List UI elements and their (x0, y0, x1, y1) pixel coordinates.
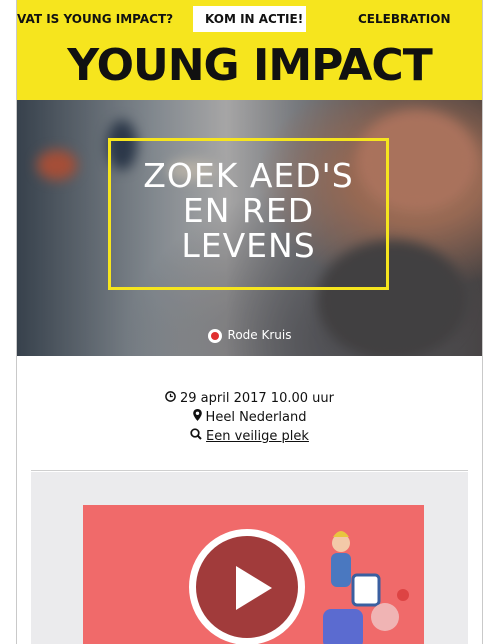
hero-image: ZOEK AED'S EN RED LEVENS Rode Kruis (17, 100, 482, 356)
video-player[interactable] (83, 505, 424, 644)
nav-item-kom-in-actie[interactable]: KOM IN ACTIE! (193, 6, 306, 32)
search-icon (190, 427, 202, 446)
event-place: Een veilige plek (17, 427, 482, 446)
divider (31, 470, 468, 471)
organization: Rode Kruis (17, 328, 482, 343)
event-location: Heel Nederland (17, 408, 482, 427)
header: VAT IS YOUNG IMPACT? KOM IN ACTIE! CELEB… (17, 0, 482, 100)
event-date-text: 29 april 2017 10.00 uur (180, 391, 334, 406)
clock-icon (165, 389, 176, 408)
nav-item-what-is[interactable]: VAT IS YOUNG IMPACT? (17, 6, 173, 32)
nav-item-celebration[interactable]: CELEBRATION (358, 6, 450, 32)
event-meta: 29 april 2017 10.00 uur Heel Nederland E… (17, 389, 482, 446)
hero-title-line: ZOEK AED'S (143, 156, 354, 195)
video-section (31, 472, 468, 644)
organization-name: Rode Kruis (227, 328, 292, 342)
hero-title-line: EN RED (182, 191, 315, 230)
event-date: 29 april 2017 10.00 uur (17, 389, 482, 408)
brand-logo[interactable]: YOUNG IMPACT (17, 40, 482, 92)
play-button[interactable] (189, 529, 305, 644)
top-nav: VAT IS YOUNG IMPACT? KOM IN ACTIE! CELEB… (17, 6, 482, 32)
event-location-text: Heel Nederland (205, 410, 307, 425)
play-icon (236, 566, 272, 610)
hero-title: ZOEK AED'S EN RED LEVENS (108, 158, 389, 263)
place-link[interactable]: Een veilige plek (206, 429, 309, 444)
hero-title-line: LEVENS (181, 226, 316, 265)
page-frame: VAT IS YOUNG IMPACT? KOM IN ACTIE! CELEB… (16, 0, 483, 644)
map-pin-icon (192, 408, 202, 427)
red-cross-logo-icon (207, 328, 222, 343)
